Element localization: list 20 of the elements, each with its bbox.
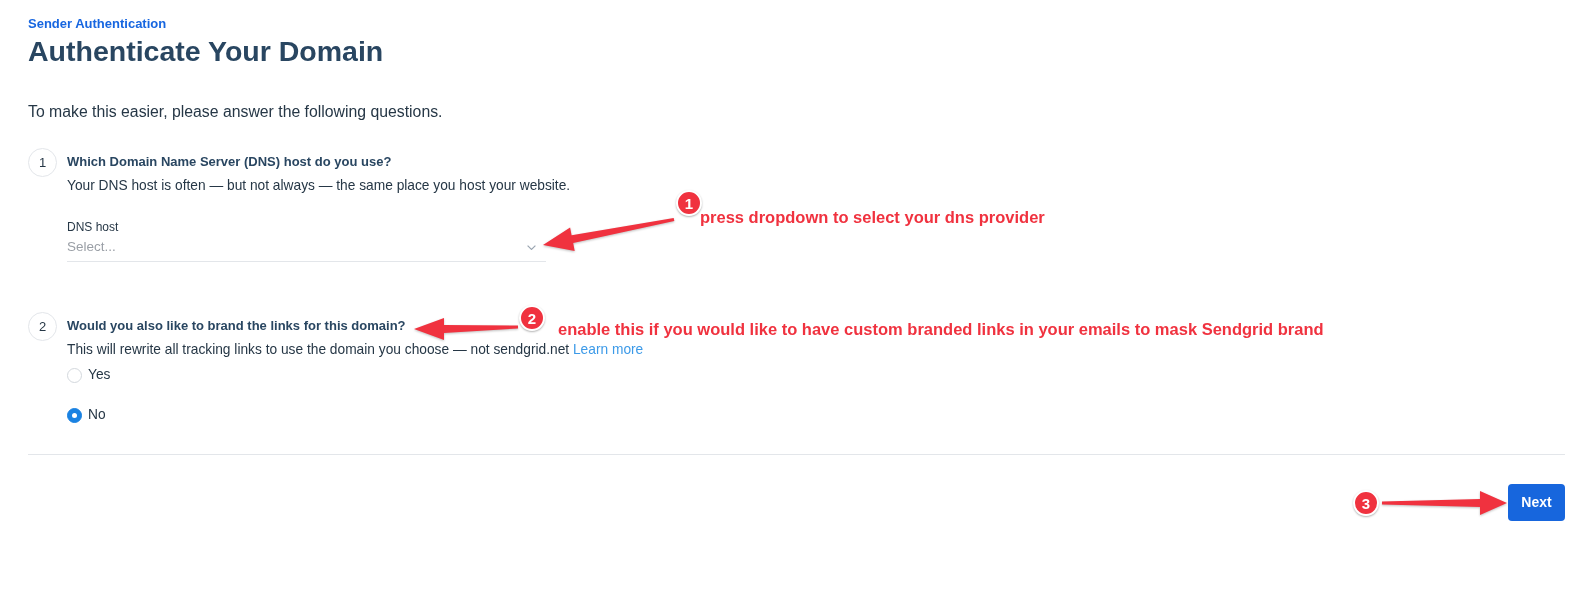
annotation-badge: 1 [676, 190, 702, 216]
breadcrumb[interactable]: Sender Authentication [28, 16, 167, 32]
next-button[interactable]: Next [1508, 484, 1565, 521]
annotation-badge: 2 [519, 305, 545, 331]
annotation-note: press dropdown to select your dns provider [700, 207, 1045, 227]
annotation-note: enable this if you would like to have custom branded links in your emails to mask Sendgrid brand [558, 319, 1324, 339]
step-description: This will rewrite all tracking links to use the domain you choose — not sendgrid.net Learn more [67, 341, 644, 359]
page-title: Authenticate Your Domain [28, 34, 384, 68]
step-description: Your DNS host is often — but not always — the same place you host your website. [67, 177, 571, 195]
dns-host-select[interactable]: Select... [67, 238, 546, 262]
radio-label[interactable]: No [88, 406, 106, 424]
learn-more-link[interactable]: Learn more [572, 342, 644, 357]
intro-text: To make this easier, please answer the following questions. [28, 102, 443, 122]
radio-label[interactable]: Yes [88, 366, 111, 384]
annotation-badge: 3 [1353, 490, 1379, 516]
radio-button[interactable] [67, 407, 82, 423]
step-question: Would you also like to brand the links for this domain? [67, 317, 406, 335]
chevron-down-icon [527, 244, 536, 250]
step-question: Which Domain Name Server (DNS) host do you use? [67, 153, 392, 171]
field-label: DNS host [67, 219, 119, 235]
